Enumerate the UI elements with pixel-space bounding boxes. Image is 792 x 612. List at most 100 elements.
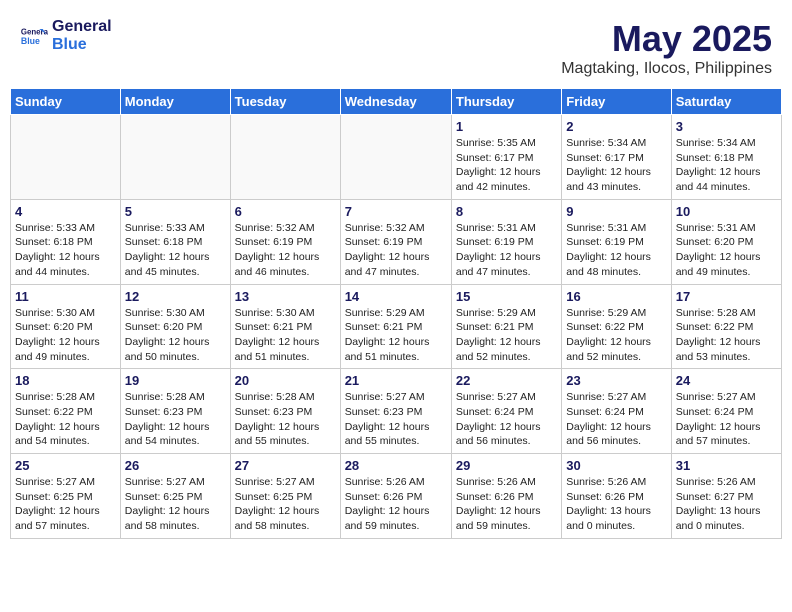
day-number: 16 (566, 289, 666, 304)
day-number: 24 (676, 373, 777, 388)
svg-text:Blue: Blue (21, 35, 40, 45)
day-info: Sunrise: 5:26 AM Sunset: 6:26 PM Dayligh… (456, 475, 557, 534)
title-block: May 2025 Magtaking, Ilocos, Philippines (561, 18, 772, 78)
weekday-header: Saturday (671, 89, 781, 115)
calendar-cell: 10 Sunrise: 5:31 AM Sunset: 6:20 PM Dayli… (671, 199, 781, 284)
weekday-header-row: SundayMondayTuesdayWednesdayThursdayFrid… (11, 89, 782, 115)
day-info: Sunrise: 5:33 AM Sunset: 6:18 PM Dayligh… (125, 221, 226, 280)
weekday-header: Monday (120, 89, 230, 115)
day-number: 8 (456, 204, 557, 219)
day-info: Sunrise: 5:35 AM Sunset: 6:17 PM Dayligh… (456, 136, 557, 195)
day-info: Sunrise: 5:27 AM Sunset: 6:24 PM Dayligh… (456, 390, 557, 449)
weekday-header: Friday (562, 89, 671, 115)
calendar-cell: 15Sunrise: 5:29 AM Sunset: 6:21 PM Dayli… (451, 284, 561, 369)
day-number: 4 (15, 204, 116, 219)
calendar-cell: 27 Sunrise: 5:27 AM Sunset: 6:25 PM Dayli… (230, 454, 340, 539)
month-year: May 2025 (561, 18, 772, 60)
day-number: 9 (566, 204, 666, 219)
page-header: General Blue General Blue May 2025 Magta… (10, 10, 782, 82)
day-info: Sunrise: 5:32 AM Sunset: 6:19 PM Dayligh… (235, 221, 336, 280)
weekday-header: Tuesday (230, 89, 340, 115)
day-info: Sunrise: 5:30 AM Sunset: 6:20 PM Dayligh… (125, 306, 226, 365)
day-number: 20 (235, 373, 336, 388)
calendar-cell: 23Sunrise: 5:27 AM Sunset: 6:24 PM Dayli… (562, 369, 671, 454)
day-info: Sunrise: 5:33 AM Sunset: 6:18 PM Dayligh… (15, 221, 116, 280)
calendar-cell (120, 115, 230, 200)
day-info: Sunrise: 5:28 AM Sunset: 6:23 PM Dayligh… (235, 390, 336, 449)
day-info: Sunrise: 5:27 AM Sunset: 6:24 PM Dayligh… (676, 390, 777, 449)
calendar-week-row: 11 Sunrise: 5:30 AM Sunset: 6:20 PM Dayli… (11, 284, 782, 369)
calendar-cell (230, 115, 340, 200)
calendar-cell: 11Sunrise: 5:30 AM Sunset: 6:20 PM Dayli… (11, 284, 121, 369)
calendar-cell: 25 Sunrise: 5:27 AM Sunset: 6:25 PM Dayli… (11, 454, 121, 539)
calendar-cell: 12 Sunrise: 5:30 AM Sunset: 6:20 PM Dayli… (120, 284, 230, 369)
day-info: Sunrise: 5:31 AM Sunset: 6:20 PM Dayligh… (676, 221, 777, 280)
calendar-cell: 21Sunrise: 5:27 AM Sunset: 6:23 PM Dayli… (340, 369, 451, 454)
calendar-cell (340, 115, 451, 200)
calendar-cell: 2Sunrise: 5:34 AM Sunset: 6:17 PM Daylig… (562, 115, 671, 200)
day-number: 12 (125, 289, 226, 304)
day-number: 10 (676, 204, 777, 219)
day-info: Sunrise: 5:31 AM Sunset: 6:19 PM Dayligh… (456, 221, 557, 280)
day-number: 7 (345, 204, 447, 219)
day-info: Sunrise: 5:27 AM Sunset: 6:25 PM Dayligh… (125, 475, 226, 534)
day-info: Sunrise: 5:34 AM Sunset: 6:18 PM Dayligh… (676, 136, 777, 195)
weekday-header: Sunday (11, 89, 121, 115)
logo-icon: General Blue (20, 22, 48, 50)
calendar-cell: 7Sunrise: 5:32 AM Sunset: 6:19 PM Daylig… (340, 199, 451, 284)
calendar-cell: 18 Sunrise: 5:28 AM Sunset: 6:22 PM Dayli… (11, 369, 121, 454)
calendar-week-row: 25 Sunrise: 5:27 AM Sunset: 6:25 PM Dayli… (11, 454, 782, 539)
day-info: Sunrise: 5:28 AM Sunset: 6:22 PM Dayligh… (15, 390, 116, 449)
day-number: 5 (125, 204, 226, 219)
day-number: 2 (566, 119, 666, 134)
logo-text: General Blue (52, 18, 112, 53)
calendar-cell: 31Sunrise: 5:26 AM Sunset: 6:27 PM Dayli… (671, 454, 781, 539)
calendar-week-row: 4 Sunrise: 5:33 AM Sunset: 6:18 PM Daylig… (11, 199, 782, 284)
calendar-cell: 5 Sunrise: 5:33 AM Sunset: 6:18 PM Daylig… (120, 199, 230, 284)
location: Magtaking, Ilocos, Philippines (561, 60, 772, 78)
weekday-header: Thursday (451, 89, 561, 115)
calendar-cell: 26Sunrise: 5:27 AM Sunset: 6:25 PM Dayli… (120, 454, 230, 539)
day-info: Sunrise: 5:28 AM Sunset: 6:23 PM Dayligh… (125, 390, 226, 449)
calendar-cell: 3 Sunrise: 5:34 AM Sunset: 6:18 PM Daylig… (671, 115, 781, 200)
logo: General Blue General Blue (20, 18, 112, 53)
day-info: Sunrise: 5:26 AM Sunset: 6:26 PM Dayligh… (345, 475, 447, 534)
day-number: 22 (456, 373, 557, 388)
day-info: Sunrise: 5:26 AM Sunset: 6:26 PM Dayligh… (566, 475, 666, 534)
logo-line1: General (52, 18, 112, 35)
day-number: 25 (15, 458, 116, 473)
day-number: 18 (15, 373, 116, 388)
day-number: 3 (676, 119, 777, 134)
calendar-cell (11, 115, 121, 200)
day-info: Sunrise: 5:31 AM Sunset: 6:19 PM Dayligh… (566, 221, 666, 280)
calendar-cell: 13 Sunrise: 5:30 AM Sunset: 6:21 PM Dayli… (230, 284, 340, 369)
calendar-cell: 17Sunrise: 5:28 AM Sunset: 6:22 PM Dayli… (671, 284, 781, 369)
day-info: Sunrise: 5:30 AM Sunset: 6:21 PM Dayligh… (235, 306, 336, 365)
day-info: Sunrise: 5:27 AM Sunset: 6:24 PM Dayligh… (566, 390, 666, 449)
day-number: 11 (15, 289, 116, 304)
calendar-cell: 16 Sunrise: 5:29 AM Sunset: 6:22 PM Dayli… (562, 284, 671, 369)
day-number: 27 (235, 458, 336, 473)
calendar-cell: 14Sunrise: 5:29 AM Sunset: 6:21 PM Dayli… (340, 284, 451, 369)
day-number: 1 (456, 119, 557, 134)
day-number: 13 (235, 289, 336, 304)
calendar-cell: 28Sunrise: 5:26 AM Sunset: 6:26 PM Dayli… (340, 454, 451, 539)
calendar-cell: 24 Sunrise: 5:27 AM Sunset: 6:24 PM Dayli… (671, 369, 781, 454)
day-number: 30 (566, 458, 666, 473)
day-info: Sunrise: 5:27 AM Sunset: 6:25 PM Dayligh… (15, 475, 116, 534)
calendar-week-row: 18 Sunrise: 5:28 AM Sunset: 6:22 PM Dayli… (11, 369, 782, 454)
weekday-header: Wednesday (340, 89, 451, 115)
day-info: Sunrise: 5:27 AM Sunset: 6:25 PM Dayligh… (235, 475, 336, 534)
calendar-cell: 30 Sunrise: 5:26 AM Sunset: 6:26 PM Dayli… (562, 454, 671, 539)
calendar-week-row: 1 Sunrise: 5:35 AM Sunset: 6:17 PM Daylig… (11, 115, 782, 200)
day-info: Sunrise: 5:29 AM Sunset: 6:21 PM Dayligh… (345, 306, 447, 365)
calendar-cell: 20 Sunrise: 5:28 AM Sunset: 6:23 PM Dayli… (230, 369, 340, 454)
calendar-cell: 8 Sunrise: 5:31 AM Sunset: 6:19 PM Daylig… (451, 199, 561, 284)
calendar-cell: 6Sunrise: 5:32 AM Sunset: 6:19 PM Daylig… (230, 199, 340, 284)
calendar-cell: 9 Sunrise: 5:31 AM Sunset: 6:19 PM Daylig… (562, 199, 671, 284)
calendar-cell: 19Sunrise: 5:28 AM Sunset: 6:23 PM Dayli… (120, 369, 230, 454)
day-info: Sunrise: 5:29 AM Sunset: 6:22 PM Dayligh… (566, 306, 666, 365)
day-number: 21 (345, 373, 447, 388)
logo-line2: Blue (52, 36, 87, 53)
day-info: Sunrise: 5:29 AM Sunset: 6:21 PM Dayligh… (456, 306, 557, 365)
